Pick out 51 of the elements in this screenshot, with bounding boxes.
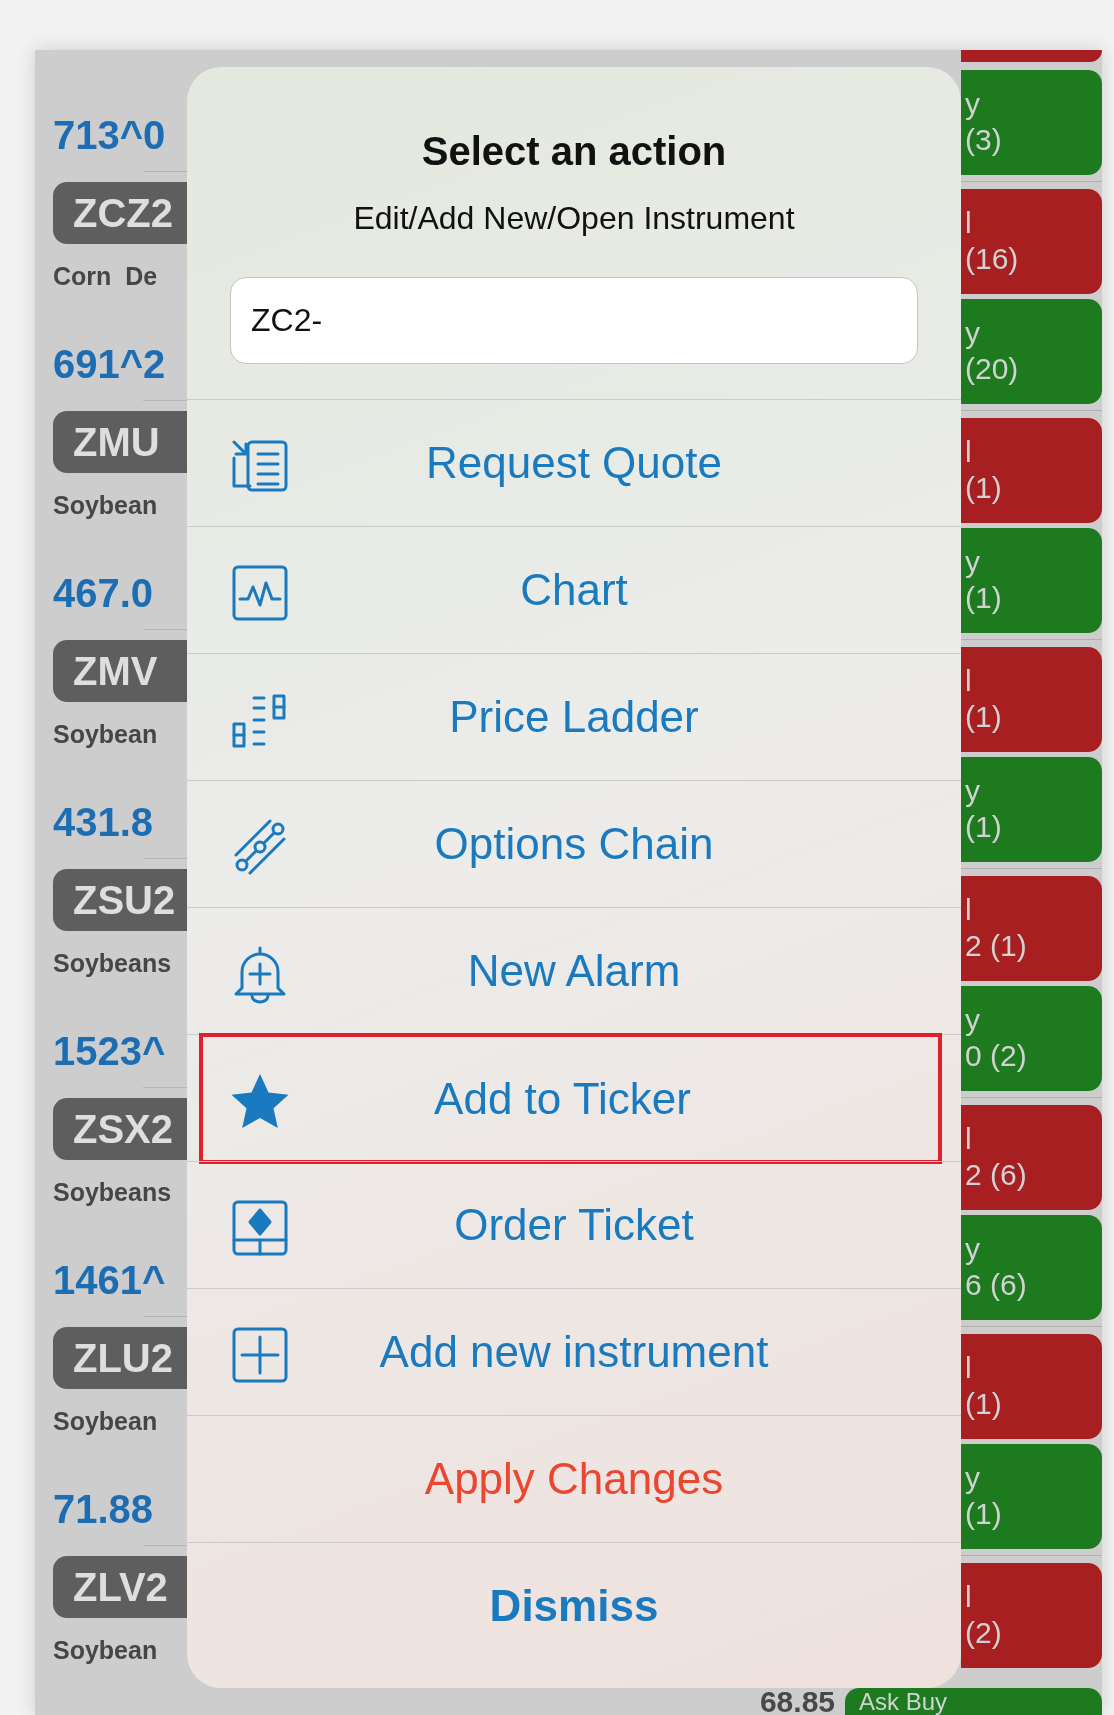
- instrument-code-badge[interactable]: ZCZ2: [53, 182, 187, 244]
- ask-buy-button[interactable]: Ask Buy: [845, 1688, 1102, 1715]
- buy-button[interactable]: y (20): [961, 299, 1102, 404]
- action-button[interactable]: Dismiss: [187, 1543, 961, 1669]
- sell-button[interactable]: [961, 50, 1102, 62]
- price-text: 713^0: [53, 112, 167, 159]
- sell-button[interactable]: l (2): [961, 1563, 1102, 1668]
- action-button[interactable]: Add new instrument: [187, 1289, 961, 1415]
- instrument-description: Soybean: [53, 490, 159, 521]
- sell-button[interactable]: l 2 (6): [961, 1105, 1102, 1210]
- instrument-code-badge[interactable]: ZSU2: [53, 869, 187, 931]
- instrument-description: Soybean: [53, 1635, 159, 1666]
- action-button[interactable]: Options Chain: [187, 781, 961, 907]
- instrument-description: Soybeans: [53, 948, 173, 979]
- price-text: 691^2: [53, 341, 167, 388]
- action-button[interactable]: New Alarm: [187, 908, 961, 1034]
- buy-button[interactable]: y 0 (2): [961, 986, 1102, 1091]
- sell-button[interactable]: l (1): [961, 418, 1102, 523]
- action-button[interactable]: Order Ticket: [187, 1162, 961, 1288]
- price-text: 1461^: [53, 1257, 167, 1304]
- dialog-title: Select an action: [420, 128, 728, 175]
- buy-button[interactable]: y (1): [961, 528, 1102, 633]
- instrument-description: Soybeans: [53, 1177, 173, 1208]
- price-text: 68.85: [759, 1688, 835, 1715]
- buy-button[interactable]: y (1): [961, 757, 1102, 862]
- action-button[interactable]: Apply Changes: [187, 1416, 961, 1542]
- instrument-code-badge[interactable]: ZMU: [53, 411, 187, 473]
- instrument-code-badge[interactable]: ZSX2: [53, 1098, 187, 1160]
- instrument-description: Corn De: [53, 261, 159, 292]
- action-button[interactable]: Chart: [187, 527, 961, 653]
- price-text: 1523^: [53, 1028, 167, 1075]
- action-button[interactable]: Add to Ticker: [199, 1033, 942, 1164]
- instrument-code-badge[interactable]: ZLV2: [53, 1556, 187, 1618]
- action-button[interactable]: Request Quote: [187, 400, 961, 526]
- sell-button[interactable]: l (1): [961, 1334, 1102, 1439]
- instrument-description: Soybean: [53, 1406, 159, 1437]
- sell-button[interactable]: l (1): [961, 647, 1102, 752]
- dialog-subtitle: Edit/Add New/Open Instrument: [352, 199, 796, 237]
- sell-button[interactable]: l 2 (1): [961, 876, 1102, 981]
- sell-button[interactable]: l (16): [961, 189, 1102, 294]
- price-text: 431.8: [53, 799, 155, 846]
- buy-button[interactable]: y 6 (6): [961, 1215, 1102, 1320]
- instrument-code-badge[interactable]: ZMV: [53, 640, 187, 702]
- price-text: 467.0: [53, 570, 155, 617]
- instrument-code-badge[interactable]: ZLU2: [53, 1327, 187, 1389]
- price-text: 71.88: [53, 1486, 155, 1533]
- buy-button[interactable]: y (3): [961, 70, 1102, 175]
- instrument-input-field[interactable]: ZC2-: [230, 277, 918, 364]
- action-button[interactable]: Price Ladder: [187, 654, 961, 780]
- buy-button[interactable]: y (1): [961, 1444, 1102, 1549]
- instrument-description: Soybean: [53, 719, 159, 750]
